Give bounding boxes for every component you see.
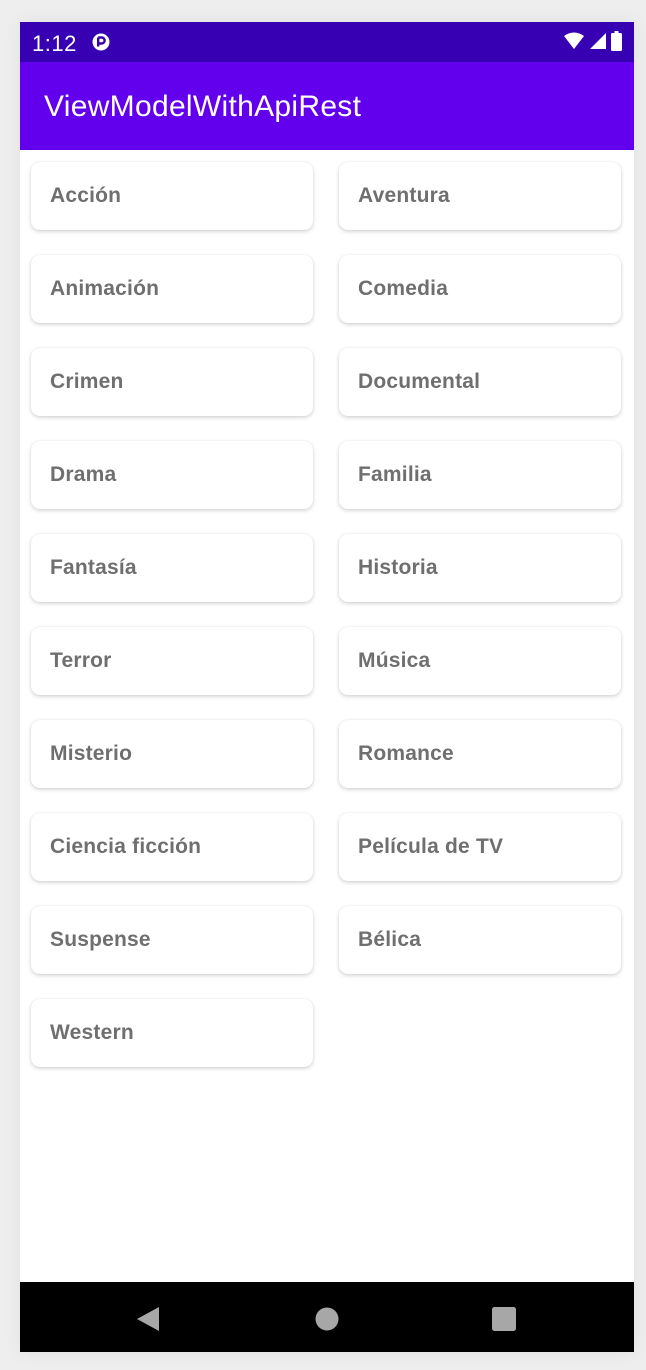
genre-card[interactable]: Bélica xyxy=(339,906,621,974)
home-icon[interactable] xyxy=(312,1304,342,1334)
genre-label: Historia xyxy=(358,556,438,579)
genre-label: Aventura xyxy=(358,184,450,207)
genre-label: Película de TV xyxy=(358,835,504,858)
genre-label: Western xyxy=(50,1021,134,1044)
genre-card[interactable]: Suspense xyxy=(31,906,313,974)
genre-card[interactable]: Terror xyxy=(31,627,313,695)
genre-label: Acción xyxy=(50,184,122,207)
back-icon[interactable] xyxy=(133,1304,163,1334)
genre-card[interactable]: Documental xyxy=(339,348,621,416)
app-title: ViewModelWithApiRest xyxy=(44,90,362,123)
signal-icon xyxy=(589,32,607,55)
genre-label: Familia xyxy=(358,463,432,486)
genre-card[interactable]: Romance xyxy=(339,720,621,788)
genre-list[interactable]: Acción Aventura Animación Comedia Crimen… xyxy=(20,150,634,1282)
status-bar: 1:12 xyxy=(20,22,634,62)
recents-icon[interactable] xyxy=(489,1304,519,1334)
system-nav-bar xyxy=(20,1282,634,1352)
status-time: 1:12 xyxy=(32,31,77,56)
genre-card[interactable]: Historia xyxy=(339,534,621,602)
genre-card[interactable]: Fantasía xyxy=(31,534,313,602)
genre-grid: Acción Aventura Animación Comedia Crimen… xyxy=(31,162,623,1067)
genre-card[interactable]: Ciencia ficción xyxy=(31,813,313,881)
phone-screen: 1:12 ViewModelWithApiRest Acción Aventur… xyxy=(20,22,634,1352)
genre-label: Misterio xyxy=(50,742,133,765)
genre-card[interactable]: Drama xyxy=(31,441,313,509)
battery-icon xyxy=(611,31,622,56)
genre-card[interactable]: Crimen xyxy=(31,348,313,416)
genre-label: Música xyxy=(358,649,431,672)
genre-card[interactable]: Música xyxy=(339,627,621,695)
genre-card[interactable]: Película de TV xyxy=(339,813,621,881)
genre-card[interactable]: Animación xyxy=(31,255,313,323)
genre-card[interactable]: Western xyxy=(31,999,313,1067)
status-icons xyxy=(563,31,622,56)
genre-label: Ciencia ficción xyxy=(50,835,202,858)
genre-label: Bélica xyxy=(358,928,422,951)
genre-label: Fantasía xyxy=(50,556,137,579)
genre-card[interactable]: Aventura xyxy=(339,162,621,230)
app-notification-icon xyxy=(92,33,110,51)
genre-label: Terror xyxy=(50,649,112,672)
genre-label: Comedia xyxy=(358,277,449,300)
genre-label: Suspense xyxy=(50,928,151,951)
genre-card[interactable]: Misterio xyxy=(31,720,313,788)
app-bar: ViewModelWithApiRest xyxy=(20,62,634,150)
genre-label: Animación xyxy=(50,277,160,300)
genre-label: Drama xyxy=(50,463,117,486)
genre-card[interactable]: Comedia xyxy=(339,255,621,323)
genre-label: Crimen xyxy=(50,370,124,393)
genre-card[interactable]: Acción xyxy=(31,162,313,230)
wifi-icon xyxy=(563,32,585,55)
genre-label: Romance xyxy=(358,742,454,765)
genre-label: Documental xyxy=(358,370,481,393)
genre-card[interactable]: Familia xyxy=(339,441,621,509)
